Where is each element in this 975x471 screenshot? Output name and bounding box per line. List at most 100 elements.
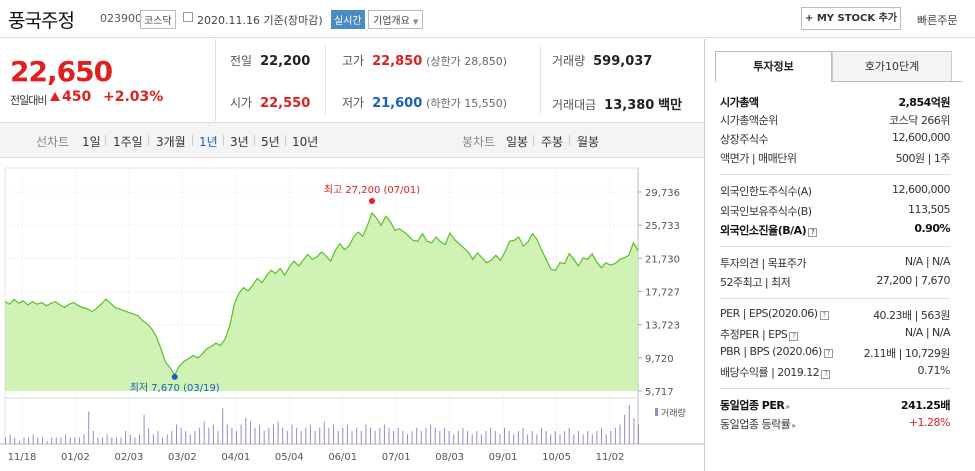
volume-bar: [462, 427, 464, 445]
opinion-row: 투자의견 | 목표주가 N/A | N/A: [720, 255, 951, 272]
opinion-label: 투자의견 | 목표주가: [720, 257, 807, 270]
help-icon[interactable]: ?: [808, 228, 818, 237]
volume-bar: [74, 437, 76, 444]
tab-3y[interactable]: 3년: [230, 133, 249, 150]
volume-bar: [129, 434, 131, 445]
foreign-ratio-label: 외국인소진율(B/A): [720, 224, 807, 237]
volume-bar: [208, 427, 210, 445]
quick-order-link[interactable]: 빠른주문: [917, 12, 957, 28]
tab-1d[interactable]: 1일: [82, 133, 101, 150]
par-label: 액면가 | 매매단위: [720, 152, 797, 165]
foreign-limit-value: 12,600,000: [892, 183, 950, 196]
volume-bar: [240, 424, 242, 444]
divider: [720, 174, 950, 175]
x-tick-label: 11/02: [596, 452, 625, 463]
trade-amount: 거래대금 13,380 백만: [552, 94, 682, 113]
volume-bar: [28, 437, 30, 444]
est-per-value: N/A | N/A: [904, 326, 951, 339]
x-tick-label: 08/03: [435, 452, 464, 463]
pbr-row: PBR | BPS (2020.06)? 2.11배 | 10,729원: [720, 345, 951, 362]
volume-legend-swatch: [655, 408, 658, 416]
volume-bar: [407, 434, 408, 445]
per-value: 40.23배 | 563원: [873, 309, 950, 322]
prev-close: 전일 22,200: [230, 52, 310, 69]
shares-value: 12,600,000: [892, 131, 950, 144]
volume-bar: [365, 424, 367, 444]
volume-bar: [217, 431, 219, 444]
volume-bar: [494, 431, 496, 444]
est-per-label-wrap: 추정PER | EPS?: [720, 326, 799, 342]
volume-bar: [628, 405, 630, 444]
volume-bar: [541, 427, 542, 445]
volume-bar: [55, 437, 57, 444]
volume-bar: [111, 437, 113, 444]
my-stock-add-button[interactable]: + MY STOCK 추가: [801, 7, 901, 30]
help-icon[interactable]: ?: [789, 332, 799, 341]
live-badge[interactable]: 실시간: [331, 10, 365, 29]
par-row: 액면가 | 매매단위 500원 | 1주: [720, 150, 951, 167]
price-chart[interactable]: 29,736 25,733 21,730 17,727 13,723 9,720 5,717…: [0, 158, 704, 471]
open-price: 시가 22,550: [230, 94, 310, 111]
volume-bar: [527, 434, 529, 445]
candle-chart-label: 봉차트: [462, 135, 496, 149]
pbr-label-wrap: PBR | BPS (2020.06)?: [720, 345, 833, 358]
tab-daily[interactable]: 일봉: [506, 133, 528, 150]
date-basis: 2020.11.16 기준(장마감): [197, 14, 323, 27]
volume-bar: [296, 427, 298, 445]
volume-bar: [411, 431, 413, 444]
volume-bar: [370, 427, 371, 445]
volume-bar: [277, 421, 279, 445]
tab-1y[interactable]: 1년: [199, 133, 218, 150]
price-change-rate: +2.03%: [103, 89, 164, 105]
foreign-limit-row: 외국인한도주식수(A) 12,600,000: [720, 183, 950, 200]
tab-order-book[interactable]: 호가10단계: [832, 51, 952, 82]
foreign-hold-label: 외국인보유주식수(B): [720, 205, 812, 218]
amount-label: 거래대금: [552, 98, 597, 112]
tab-weekly[interactable]: 주봉: [541, 133, 563, 150]
chevron-right-icon: ▸: [792, 421, 796, 430]
volume-bar: [328, 427, 330, 445]
tab-5y[interactable]: 5년: [261, 133, 280, 150]
volume-legend: 거래량: [661, 407, 686, 419]
tab-3m[interactable]: 3개월: [156, 133, 186, 150]
help-icon[interactable]: ?: [821, 370, 831, 379]
volume-bar: [152, 434, 154, 445]
industry-rate-value: +1.28%: [908, 416, 951, 429]
help-icon[interactable]: ?: [819, 311, 829, 320]
volume-bar: [374, 431, 376, 444]
tab-invest-info[interactable]: 투자정보: [715, 51, 832, 82]
volume-bar: [236, 431, 237, 444]
open-value: 22,550: [260, 96, 311, 111]
company-info-label: 기업개요: [373, 16, 410, 27]
tab-1w[interactable]: 1주일: [113, 133, 143, 150]
x-tick-label: 01/02: [61, 452, 90, 463]
help-icon[interactable]: ?: [823, 349, 833, 358]
volume-bar: [291, 424, 293, 444]
divider: [832, 81, 962, 82]
volume-bar: [568, 427, 570, 445]
volume-bar: [42, 437, 43, 444]
volume-bar: [633, 418, 635, 444]
chevron-right-icon: ▸: [786, 402, 790, 411]
volume-bar: [226, 424, 228, 444]
divider: [720, 388, 950, 389]
calendar-icon: [183, 12, 193, 22]
volume-bar: [115, 437, 117, 444]
divider: [223, 135, 224, 146]
tab-10y[interactable]: 10년: [292, 133, 318, 150]
industry-per-label-wrap: 동일업종 PER ▸: [720, 397, 790, 413]
company-info-dropdown[interactable]: 기업개요 ▼: [368, 10, 424, 29]
volume-bar: [189, 434, 191, 445]
tab-monthly[interactable]: 월봉: [577, 133, 599, 150]
volume-bar: [9, 434, 11, 445]
volume-bar: [591, 434, 593, 445]
volume-bar: [554, 431, 556, 444]
industry-rate-row: 동일업종 등락률 ▸ +1.28%: [720, 416, 951, 433]
x-tick-label: 11/18: [8, 452, 37, 463]
volume-bar: [476, 431, 478, 444]
volume-bar: [203, 421, 205, 445]
volume-bar: [268, 427, 270, 445]
per-row: PER | EPS(2020.06)? 40.23배 | 563원: [720, 307, 950, 324]
market-cap-value: 2,854억원: [898, 96, 950, 109]
divider: [285, 135, 286, 146]
